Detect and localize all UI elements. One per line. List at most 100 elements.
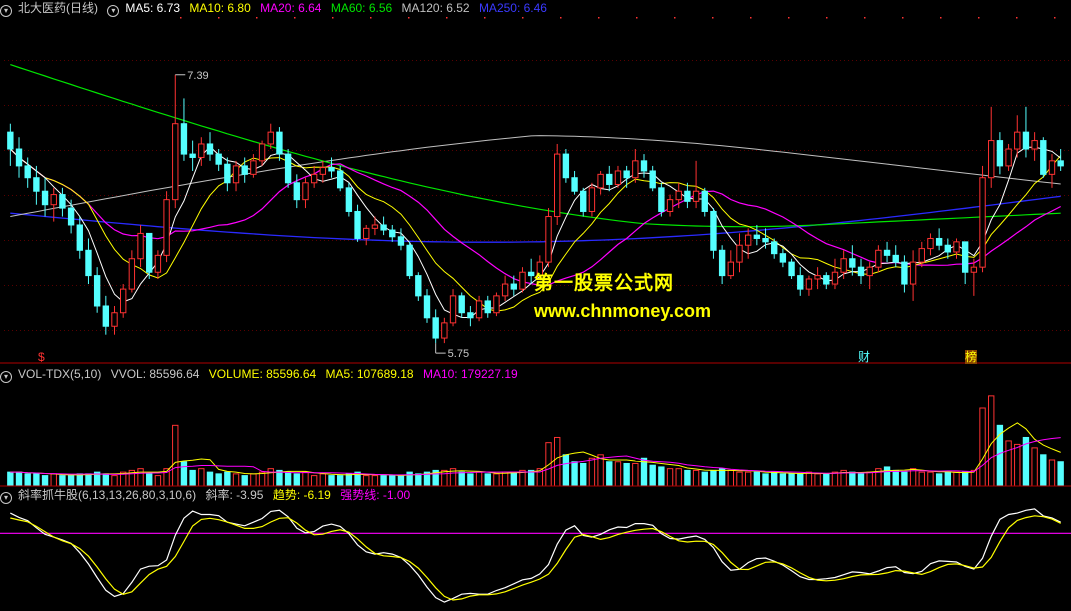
grid-dot: [968, 60, 969, 61]
grid-dot: [100, 105, 101, 106]
grid-dot: [144, 240, 145, 241]
grid-dot: [280, 60, 281, 61]
grid-dot: [476, 60, 477, 61]
grid-dot: [368, 60, 369, 61]
grid-dot: [220, 105, 221, 106]
grid-dot: [156, 240, 157, 241]
grid-dot: [248, 330, 249, 331]
grid-dot: [980, 105, 981, 106]
grid-dot: [116, 105, 117, 106]
candle-body: [814, 275, 821, 280]
grid-dot: [736, 60, 737, 61]
candle-body: [1031, 140, 1038, 150]
grid-dot: [304, 285, 305, 286]
grid-dot: [816, 195, 817, 196]
grid-dot: [72, 60, 73, 61]
grid-dot: [892, 285, 893, 286]
grid-dot: [32, 285, 33, 286]
grid-dot: [104, 330, 105, 331]
grid-dot: [372, 285, 373, 286]
grid-dot: [1044, 330, 1045, 331]
grid-dot: [128, 105, 129, 106]
grid-dot: [836, 330, 837, 331]
grid-dot: [776, 285, 777, 286]
candle-body: [710, 210, 717, 251]
grid-dot: [532, 240, 533, 241]
grid-dot: [312, 105, 313, 106]
grid-dot: [564, 105, 565, 106]
grid-dot: [1008, 240, 1009, 241]
candle-body: [718, 249, 726, 277]
grid-dot: [92, 150, 93, 151]
grid-dot: [952, 150, 953, 151]
grid-dot: [940, 330, 941, 331]
grid-dot: [696, 330, 697, 331]
grid-dot: [1064, 105, 1065, 106]
grid-dot: [768, 285, 769, 286]
grid-dot: [800, 150, 801, 151]
grid-dot: [992, 285, 993, 286]
marker-s[interactable]: $: [38, 350, 45, 364]
grid-dot: [332, 195, 333, 196]
grid-dot: [756, 195, 757, 196]
top-dot: [1016, 17, 1018, 19]
grid-dot: [928, 195, 929, 196]
grid-dot: [608, 60, 609, 61]
grid-dot: [764, 285, 765, 286]
grid-dot: [648, 105, 649, 106]
grid-dot: [432, 105, 433, 106]
marker-bang[interactable]: 榜: [965, 350, 978, 364]
grid-dot: [56, 150, 57, 151]
grid-dot: [984, 60, 985, 61]
grid-dot: [216, 150, 217, 151]
grid-dot: [944, 60, 945, 61]
grid-dot: [760, 195, 761, 196]
grid-dot: [72, 285, 73, 286]
ma-settings-icon[interactable]: ▾: [107, 5, 120, 17]
grid-dot: [436, 285, 437, 286]
grid-dot: [668, 150, 669, 151]
grid-dot: [312, 330, 313, 331]
grid-dot: [580, 330, 581, 331]
grid-dot: [728, 240, 729, 241]
candle-body: [206, 143, 214, 155]
grid-dot: [732, 195, 733, 196]
candle-body: [771, 241, 778, 255]
grid-dot: [988, 60, 989, 61]
grid-dot: [8, 195, 9, 196]
grid-dot: [136, 330, 137, 331]
grid-dot: [280, 285, 281, 286]
grid-dot: [344, 330, 345, 331]
grid-dot: [500, 240, 501, 241]
grid-dot: [964, 195, 965, 196]
grid-dot: [564, 60, 565, 61]
grid-dot: [624, 60, 625, 61]
grid-dot: [8, 240, 9, 241]
grid-dot: [372, 150, 373, 151]
candle-body: [1040, 140, 1047, 175]
settings-circle-icon[interactable]: ▾: [0, 5, 12, 17]
grid-dot: [60, 285, 61, 286]
grid-dot: [516, 60, 517, 61]
grid-dot: [44, 240, 45, 241]
grid-dot: [644, 60, 645, 61]
grid-dot: [452, 105, 453, 106]
grid-dot: [600, 195, 601, 196]
grid-dot: [692, 330, 693, 331]
grid-dot: [308, 240, 309, 241]
grid-dot: [632, 330, 633, 331]
grid-dot: [480, 60, 481, 61]
marker-cai[interactable]: 财: [858, 350, 870, 364]
indicator-settings-icon[interactable]: ▾: [0, 492, 12, 504]
grid-dot: [824, 195, 825, 196]
grid-dot: [356, 195, 357, 196]
grid-dot: [368, 150, 369, 151]
volume-settings-icon[interactable]: ▾: [0, 371, 12, 383]
grid-dot: [240, 240, 241, 241]
grid-dot: [936, 330, 937, 331]
grid-dot: [400, 60, 401, 61]
grid-dot: [716, 195, 717, 196]
grid-dot: [1012, 285, 1013, 286]
grid-dot: [136, 240, 137, 241]
grid-dot: [908, 60, 909, 61]
